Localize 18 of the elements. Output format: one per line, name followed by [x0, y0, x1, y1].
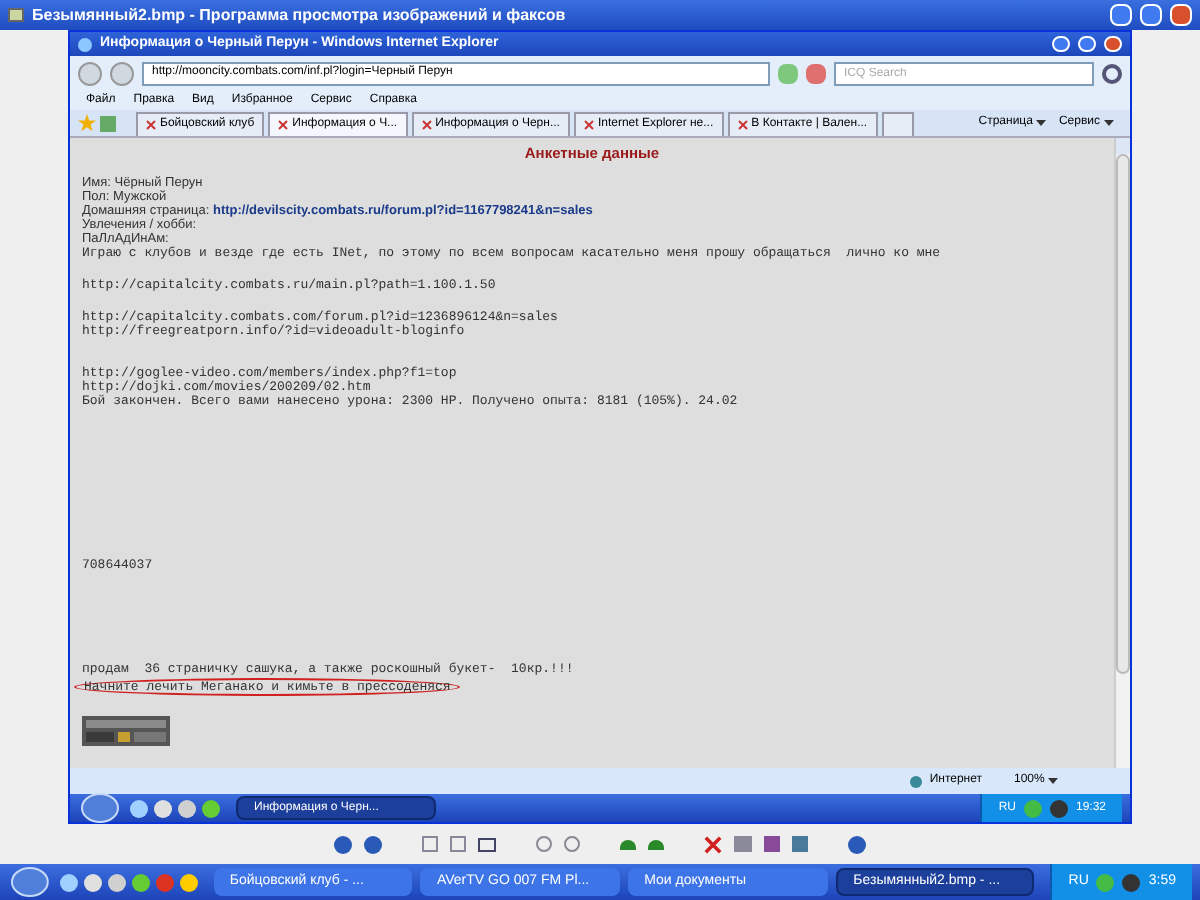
start-orb-icon[interactable] — [8, 866, 52, 898]
maximize-button[interactable] — [1078, 36, 1096, 52]
window-title: Безымянный2.bmp - Программа просмотра изображений и факсов — [32, 3, 566, 27]
image-icon — [8, 8, 24, 22]
minimize-button[interactable] — [1052, 36, 1070, 52]
favorites-star-icon[interactable] — [78, 114, 96, 132]
delete-icon — [704, 835, 722, 853]
caret-icon — [1036, 120, 1047, 126]
scrollbar[interactable] — [1114, 138, 1130, 768]
caret-icon — [1104, 120, 1114, 126]
caret-icon — [1048, 778, 1059, 784]
close-button[interactable] — [1170, 4, 1192, 26]
maximize-button[interactable] — [1140, 4, 1162, 26]
counter-badge-icon — [82, 716, 170, 746]
start-orb-icon[interactable] — [78, 792, 122, 824]
minimize-button[interactable] — [1110, 4, 1132, 26]
new-tab-button[interactable] — [881, 112, 914, 136]
close-button[interactable] — [1104, 36, 1122, 52]
